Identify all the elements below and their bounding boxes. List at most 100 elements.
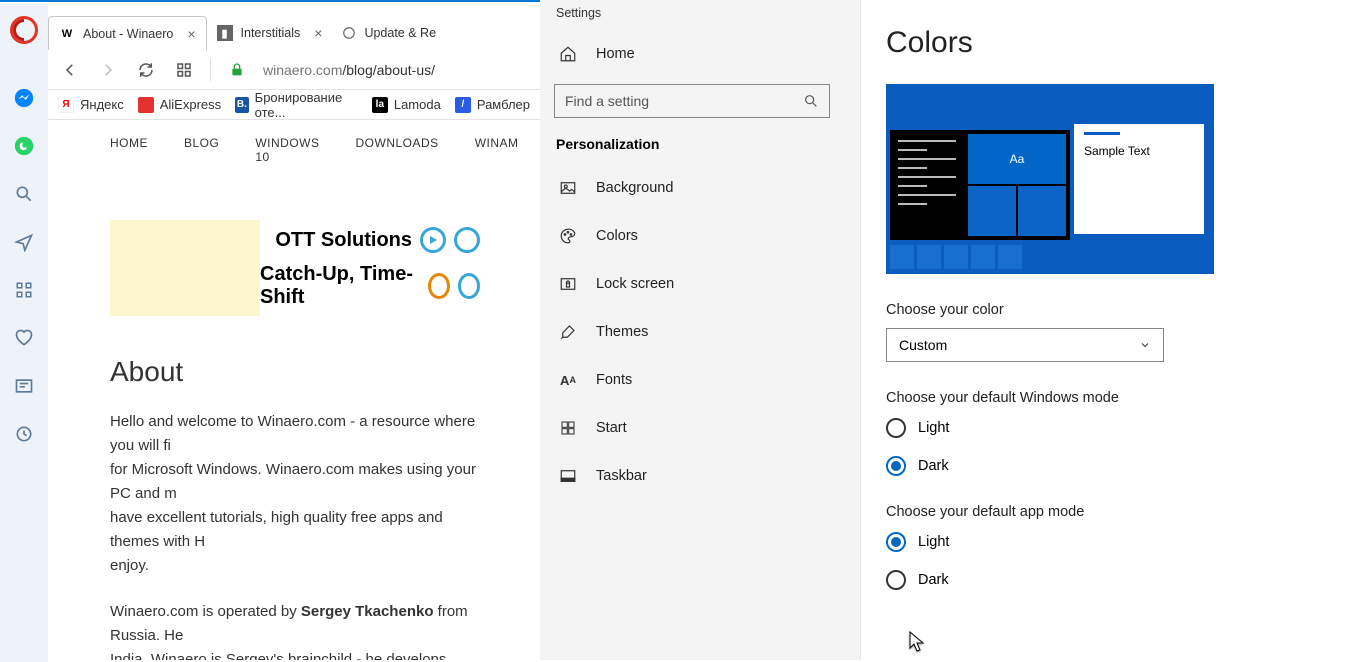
nav-label: Colors xyxy=(596,228,638,244)
browser-toolbar: winaero.com/blog/about-us/ xyxy=(48,50,540,90)
bookmark-icon: Я xyxy=(58,97,74,113)
ad-banner[interactable]: OTT Solutions Catch-Up, Time-Shift xyxy=(110,220,480,316)
tab-active[interactable]: W About - Winaero × xyxy=(48,16,207,50)
dropdown-value: Custom xyxy=(899,337,947,353)
choose-color-label: Choose your color xyxy=(886,302,1351,318)
opera-logo-icon[interactable] xyxy=(10,16,38,44)
sidebar-item-themes[interactable]: Themes xyxy=(540,310,844,354)
clock-icon xyxy=(428,273,450,299)
rewind-icon xyxy=(458,273,480,299)
tab[interactable]: ▮ Interstitials × xyxy=(207,16,333,50)
tab-title: Update & Re xyxy=(364,26,436,40)
send-icon[interactable] xyxy=(12,230,36,254)
history-icon[interactable] xyxy=(12,422,36,446)
app-mode-group: Light Dark xyxy=(886,532,1351,590)
nav-item[interactable]: WINDOWS 10 xyxy=(255,136,319,164)
rewind-icon xyxy=(454,227,480,253)
messenger-icon[interactable] xyxy=(12,86,36,110)
nav-label: Background xyxy=(596,180,673,196)
bookmark-item[interactable]: B.Бронирование оте... xyxy=(235,90,358,120)
search-icon[interactable] xyxy=(12,182,36,206)
sidebar-item-start[interactable]: Start xyxy=(540,406,844,450)
ad-line1: OTT Solutions xyxy=(275,229,412,252)
radio-icon xyxy=(886,570,906,590)
bookmark-item[interactable]: AliExpress xyxy=(138,97,221,113)
bookmark-icon: la xyxy=(372,97,388,113)
heart-icon[interactable] xyxy=(12,326,36,350)
sidebar-item-fonts[interactable]: AA Fonts xyxy=(540,358,844,402)
nav-item[interactable]: BLOG xyxy=(184,136,219,164)
settings-category: Personalization xyxy=(540,130,844,166)
tab-strip: W About - Winaero × ▮ Interstitials × Up… xyxy=(48,16,446,50)
sidebar-item-taskbar[interactable]: Taskbar xyxy=(540,454,844,498)
nav-item[interactable]: WINAM xyxy=(475,136,519,164)
forward-button[interactable] xyxy=(96,58,120,82)
sidebar-item-lockscreen[interactable]: Lock screen xyxy=(540,262,844,306)
nav-label: Fonts xyxy=(596,372,632,388)
start-page-button[interactable] xyxy=(172,58,196,82)
picture-icon xyxy=(558,178,578,198)
radio-windows-dark[interactable]: Dark xyxy=(886,456,1351,476)
nav-item[interactable]: DOWNLOADS xyxy=(356,136,439,164)
lock-icon[interactable] xyxy=(225,58,249,82)
nav-label: Lock screen xyxy=(596,276,674,292)
settings-search[interactable]: Find a setting xyxy=(554,84,830,118)
windows-mode-group: Light Dark xyxy=(886,418,1351,476)
news-icon[interactable] xyxy=(12,374,36,398)
color-dropdown[interactable]: Custom xyxy=(886,328,1164,362)
page-heading: About xyxy=(110,356,480,388)
radio-app-dark[interactable]: Dark xyxy=(886,570,1351,590)
bookmarks-bar: ЯЯндекс AliExpress B.Бронирование оте...… xyxy=(48,90,540,120)
settings-window: Settings Home Find a setting Personaliza… xyxy=(540,0,1351,660)
close-icon[interactable]: × xyxy=(314,25,322,41)
paragraph: Hello and welcome to Winaero.com - a res… xyxy=(110,410,480,578)
preview-tile xyxy=(968,186,1016,236)
bookmark-item[interactable]: ЯЯндекс xyxy=(58,97,124,113)
close-icon[interactable]: × xyxy=(187,26,195,42)
start-icon xyxy=(558,418,578,438)
nav-label: Themes xyxy=(596,324,648,340)
whatsapp-icon[interactable] xyxy=(12,134,36,158)
favicon-icon xyxy=(342,26,356,40)
nav-label: Taskbar xyxy=(596,468,647,484)
settings-content: Colors Aa Sample Text Choose your color … xyxy=(860,0,1351,660)
chevron-down-icon xyxy=(1139,339,1151,351)
preview-tile: Aa xyxy=(968,134,1066,184)
search-placeholder: Find a setting xyxy=(565,93,649,109)
tab-title: About - Winaero xyxy=(83,27,173,41)
sidebar-home[interactable]: Home xyxy=(540,32,844,76)
reload-button[interactable] xyxy=(134,58,158,82)
settings-nav: Background Colors Lock screen Themes AA F… xyxy=(540,166,844,498)
preview-tile xyxy=(1018,186,1066,236)
back-button[interactable] xyxy=(58,58,82,82)
tab[interactable]: Update & Re xyxy=(332,16,446,50)
settings-title: Settings xyxy=(540,0,844,32)
font-icon: AA xyxy=(558,370,578,390)
sidebar-item-background[interactable]: Background xyxy=(540,166,844,210)
bookmark-icon: / xyxy=(455,97,471,113)
ad-line2: Catch-Up, Time-Shift xyxy=(260,263,420,309)
app-mode-label: Choose your default app mode xyxy=(886,504,1351,520)
taskbar-icon xyxy=(558,466,578,486)
radio-label: Dark xyxy=(918,572,949,588)
speeddial-icon[interactable] xyxy=(12,278,36,302)
sidebar-item-colors[interactable]: Colors xyxy=(540,214,844,258)
windows-mode-label: Choose your default Windows mode xyxy=(886,390,1351,406)
page-title: Colors xyxy=(886,26,1351,60)
url-path: /blog/about-us/ xyxy=(342,62,435,78)
play-icon xyxy=(420,227,446,253)
color-preview: Aa Sample Text xyxy=(886,84,1214,274)
radio-icon xyxy=(886,532,906,552)
url-host: winaero.com xyxy=(263,62,342,78)
ad-left xyxy=(110,220,260,316)
radio-app-light[interactable]: Light xyxy=(886,532,1351,552)
nav-item[interactable]: HOME xyxy=(110,136,148,164)
favicon-icon: W xyxy=(59,26,75,42)
bookmark-item[interactable]: laLamoda xyxy=(372,97,441,113)
radio-windows-light[interactable]: Light xyxy=(886,418,1351,438)
bookmark-item[interactable]: /Рамблер xyxy=(455,97,530,113)
palette-icon xyxy=(558,226,578,246)
preview-sample-window: Sample Text xyxy=(1074,124,1204,234)
address-bar[interactable]: winaero.com/blog/about-us/ xyxy=(263,62,435,78)
nav-label: Start xyxy=(596,420,627,436)
